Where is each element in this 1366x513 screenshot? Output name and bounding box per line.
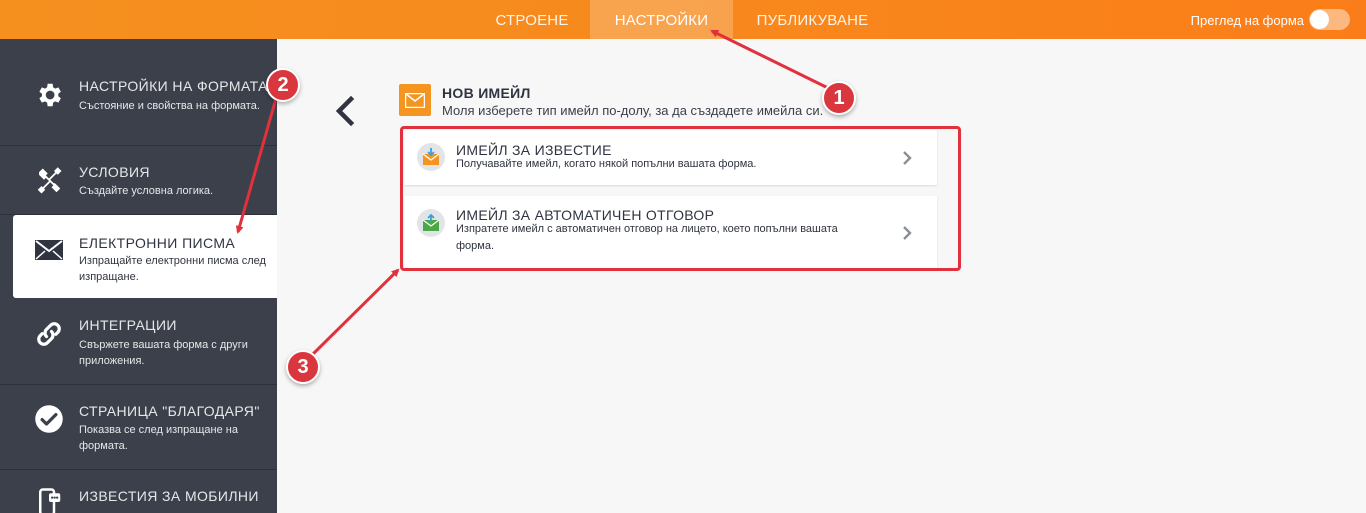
annotation-badge-1: 1 — [822, 81, 856, 115]
link-icon — [33, 318, 65, 350]
autoresponder-email-icon — [417, 209, 445, 237]
tab-build[interactable]: СТРОЕНЕ — [480, 0, 584, 39]
tools-icon — [33, 165, 65, 197]
sidebar-item-desc: Свържете вашата форма с други приложения… — [79, 339, 248, 367]
sidebar-item-desc: Състояние и свойства на формата. — [79, 100, 260, 112]
annotation-badge-2: 2 — [266, 68, 300, 102]
sidebar-item-emails[interactable]: ЕЛЕКТРОННИ ПИСМА Изпращайте електронни п… — [13, 215, 277, 298]
app-window: СТРОЕНЕ НАСТРОЙКИ ПУБЛИКУВАНЕ Преглед на… — [0, 0, 1366, 513]
annotation-badge-3: 3 — [286, 350, 320, 384]
sidebar-item-title: СТРАНИЦА "БЛАГОДАРЯ" — [79, 403, 260, 419]
sidebar-item-desc: Изпращайте електронни писма след изпраща… — [79, 255, 266, 283]
card-desc: Изпратете имейл с автоматичен отговор на… — [456, 223, 838, 252]
tab-settings[interactable]: НАСТРОЙКИ — [590, 0, 733, 39]
sidebar-item-desc: Показва се след изпращане на формата. — [79, 424, 238, 452]
sidebar-item-thank-you-page[interactable]: СТРАНИЦА "БЛАГОДАРЯ" Показва се след изп… — [0, 385, 277, 470]
envelope-icon — [33, 234, 65, 266]
sidebar-item-title: ЕЛЕКТРОННИ ПИСМА — [79, 235, 236, 251]
card-desc: Получавайте имейл, когато някой попълни … — [456, 158, 757, 170]
sidebar-item-integrations[interactable]: ИНТЕГРАЦИИ Свържете вашата форма с други… — [0, 300, 277, 385]
settings-sidebar: НАСТРОЙКИ НА ФОРМАТА Състояние и свойств… — [0, 39, 277, 513]
mobile-notification-icon — [33, 486, 65, 513]
sidebar-item-conditions[interactable]: УСЛОВИЯ Създайте условна логика. — [0, 146, 277, 215]
page-title: НОВ ИМЕЙЛ — [442, 85, 531, 101]
sidebar-item-title: ИНТЕГРАЦИИ — [79, 317, 177, 333]
autoresponder-email-card[interactable]: ИМЕЙЛ ЗА АВТОМАТИЧЕН ОТГОВОР Изпратете и… — [404, 196, 937, 268]
new-email-envelope-icon — [399, 84, 431, 116]
form-preview-label: Преглед на форма — [1190, 13, 1304, 28]
toggle-knob — [1310, 10, 1329, 29]
chevron-right-icon — [902, 225, 914, 241]
chevron-right-icon — [902, 150, 914, 166]
tab-publish[interactable]: ПУБЛИКУВАНЕ — [745, 0, 880, 39]
sidebar-item-title: НАСТРОЙКИ НА ФОРМАТА — [79, 78, 268, 94]
back-chevron-icon[interactable] — [333, 95, 357, 127]
sidebar-item-form-settings[interactable]: НАСТРОЙКИ НА ФОРМАТА Състояние и свойств… — [0, 63, 277, 146]
notification-email-card[interactable]: ИМЕЙЛ ЗА ИЗВЕСТИЕ Получавайте имейл, ког… — [404, 130, 937, 185]
sidebar-item-title: УСЛОВИЯ — [79, 164, 150, 180]
sidebar-item-mobile-notifications[interactable]: ИЗВЕСТИЯ ЗА МОБИЛНИ — [0, 470, 277, 513]
check-circle-icon — [33, 403, 65, 435]
gear-icon — [33, 79, 65, 111]
notification-email-icon — [417, 143, 445, 171]
sidebar-item-desc: Създайте условна логика. — [79, 185, 214, 197]
form-preview-toggle[interactable] — [1309, 9, 1350, 30]
sidebar-item-title: ИЗВЕСТИЯ ЗА МОБИЛНИ — [79, 488, 259, 504]
page-subtitle: Моля изберете тип имейл по-долу, за да с… — [442, 103, 824, 118]
top-navigation-bar: СТРОЕНЕ НАСТРОЙКИ ПУБЛИКУВАНЕ Преглед на… — [0, 0, 1366, 39]
